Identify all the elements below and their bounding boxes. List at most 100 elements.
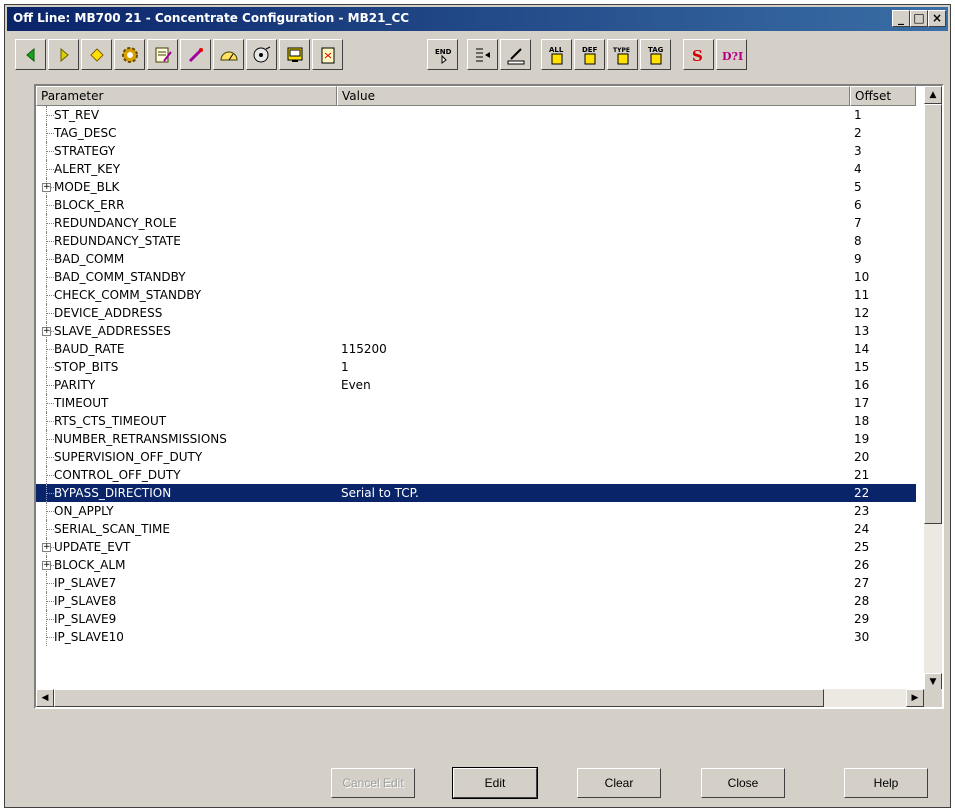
vertical-scroll-thumb[interactable]: [924, 104, 942, 524]
edit-document-button[interactable]: [147, 39, 178, 70]
table-row[interactable]: BAUD_RATE 115200 14: [36, 340, 916, 358]
table-row[interactable]: STRATEGY 3: [36, 142, 916, 160]
table-row[interactable]: IP_SLAVE7 27: [36, 574, 916, 592]
monitor-button[interactable]: [279, 39, 310, 70]
end-button[interactable]: END: [427, 39, 458, 70]
tree-connector: [40, 448, 54, 466]
diamond-button[interactable]: [81, 39, 112, 70]
table-row[interactable]: IP_SLAVE9 29: [36, 610, 916, 628]
table-row[interactable]: CONTROL_OFF_DUTY 21: [36, 466, 916, 484]
table-row[interactable]: DEVICE_ADDRESS 12: [36, 304, 916, 322]
table-row[interactable]: PARITY Even 16: [36, 376, 916, 394]
expand-icon[interactable]: +: [42, 543, 51, 552]
parameter-value: 1: [341, 360, 349, 374]
parameter-offset: 21: [854, 468, 870, 482]
edit-button[interactable]: Edit: [452, 767, 538, 799]
table-row[interactable]: BAD_COMM_STANDBY 10: [36, 268, 916, 286]
scroll-left-button[interactable]: ◀: [36, 689, 54, 707]
all-button[interactable]: ALL: [541, 39, 572, 70]
table-row[interactable]: IP_SLAVE10 30: [36, 628, 916, 646]
svg-text:D?D: D?D: [722, 50, 743, 63]
close-window-button[interactable]: ×: [928, 10, 946, 27]
parameter-name-cell: + BLOCK_ALM: [40, 556, 125, 574]
parameter-name: BAD_COMM_STANDBY: [54, 270, 186, 284]
parameter-name-cell: + UPDATE_EVT: [40, 538, 130, 556]
table-row[interactable]: NUMBER_RETRANSMISSIONS 19: [36, 430, 916, 448]
list-button[interactable]: [467, 39, 498, 70]
table-row[interactable]: REDUNDANCY_STATE 8: [36, 232, 916, 250]
table-row[interactable]: TIMEOUT 17: [36, 394, 916, 412]
parameter-name-cell: CHECK_COMM_STANDBY: [40, 286, 201, 304]
column-value[interactable]: Value: [337, 86, 850, 106]
close-button[interactable]: Close: [701, 768, 785, 798]
column-parameter[interactable]: Parameter: [36, 86, 337, 106]
parameter-name-cell: + SLAVE_ADDRESSES: [40, 322, 171, 340]
parameter-name-cell: PARITY: [40, 376, 95, 394]
parameter-tree[interactable]: Parameter Value Offset ST_REV 1 TAG_DESC 2 S…: [34, 84, 944, 709]
dd-button[interactable]: D?D: [716, 39, 747, 70]
parameter-name-cell: STRATEGY: [40, 142, 115, 160]
clear-button[interactable]: Clear: [577, 768, 661, 798]
expand-icon[interactable]: +: [42, 327, 51, 336]
table-row[interactable]: RTS_CTS_TIMEOUT 18: [36, 412, 916, 430]
table-row[interactable]: BYPASS_DIRECTION Serial to TCP. 22: [36, 484, 916, 502]
table-row[interactable]: BLOCK_ERR 6: [36, 196, 916, 214]
parameter-offset: 15: [854, 360, 870, 374]
table-row[interactable]: + BLOCK_ALM 26: [36, 556, 916, 574]
title-bar[interactable]: Off Line: MB700 21 - Concentrate Configu…: [7, 7, 948, 31]
table-row[interactable]: ST_REV 1: [36, 106, 916, 124]
def-button[interactable]: DEF: [574, 39, 605, 70]
table-row[interactable]: TAG_DESC 2: [36, 124, 916, 142]
type-button[interactable]: TYPE: [607, 39, 638, 70]
gear-icon: [121, 46, 138, 63]
s-button[interactable]: S: [683, 39, 714, 70]
table-row[interactable]: SERIAL_SCAN_TIME 24: [36, 520, 916, 538]
pencil-button[interactable]: [180, 39, 211, 70]
parameter-name: UPDATE_EVT: [54, 540, 131, 554]
vertical-scrollbar[interactable]: ▲ ▼: [924, 86, 942, 691]
arrow-left-icon: [25, 47, 34, 62]
parameter-name: SUPERVISION_OFF_DUTY: [54, 450, 203, 464]
scroll-up-button[interactable]: ▲: [924, 86, 942, 104]
expand-icon[interactable]: +: [42, 561, 51, 570]
maximize-button[interactable]: □: [910, 10, 928, 27]
table-row[interactable]: STOP_BITS 1 15: [36, 358, 916, 376]
column-offset[interactable]: Offset: [850, 86, 916, 106]
table-row[interactable]: CHECK_COMM_STANDBY 11: [36, 286, 916, 304]
table-row[interactable]: + SLAVE_ADDRESSES 13: [36, 322, 916, 340]
write-button[interactable]: [500, 39, 531, 70]
horizontal-scrollbar[interactable]: ◀ ▶: [36, 689, 924, 707]
forward-button[interactable]: [48, 39, 79, 70]
table-row[interactable]: ALERT_KEY 4: [36, 160, 916, 178]
cancel-edit-button[interactable]: Cancel Edit: [331, 768, 415, 798]
back-button[interactable]: [15, 39, 46, 70]
parameter-rows: ST_REV 1 TAG_DESC 2 STRATEGY 3 ALERT_KEY 4 + MODE…: [36, 106, 916, 691]
tag-button[interactable]: TAG: [640, 39, 671, 70]
parameter-name: NUMBER_RETRANSMISSIONS: [54, 432, 227, 446]
settings-button[interactable]: [114, 39, 145, 70]
disc-button[interactable]: [246, 39, 277, 70]
table-row[interactable]: BAD_COMM 9: [36, 250, 916, 268]
parameter-offset: 28: [854, 594, 870, 608]
table-row[interactable]: REDUNDANCY_ROLE 7: [36, 214, 916, 232]
tree-connector: [40, 286, 54, 304]
table-row[interactable]: ON_APPLY 23: [36, 502, 916, 520]
parameter-offset: 8: [854, 234, 862, 248]
arrow-right-icon: [60, 47, 69, 62]
table-row[interactable]: + MODE_BLK 5: [36, 178, 916, 196]
tree-connector: [40, 232, 54, 250]
minimize-button[interactable]: _: [892, 10, 910, 27]
parameter-name: STOP_BITS: [54, 360, 119, 374]
horizontal-scroll-thumb[interactable]: [54, 689, 824, 707]
help-button[interactable]: Help: [844, 768, 928, 798]
parameter-name-cell: REDUNDANCY_STATE: [40, 232, 181, 250]
parameter-name: TIMEOUT: [54, 396, 109, 410]
gauge-button[interactable]: [213, 39, 244, 70]
note-button[interactable]: [312, 39, 343, 70]
table-row[interactable]: + UPDATE_EVT 25: [36, 538, 916, 556]
table-row[interactable]: IP_SLAVE8 28: [36, 592, 916, 610]
expand-icon[interactable]: +: [42, 183, 51, 192]
scroll-right-button[interactable]: ▶: [906, 689, 924, 707]
table-row[interactable]: SUPERVISION_OFF_DUTY 20: [36, 448, 916, 466]
def-icon: DEF: [582, 46, 597, 64]
